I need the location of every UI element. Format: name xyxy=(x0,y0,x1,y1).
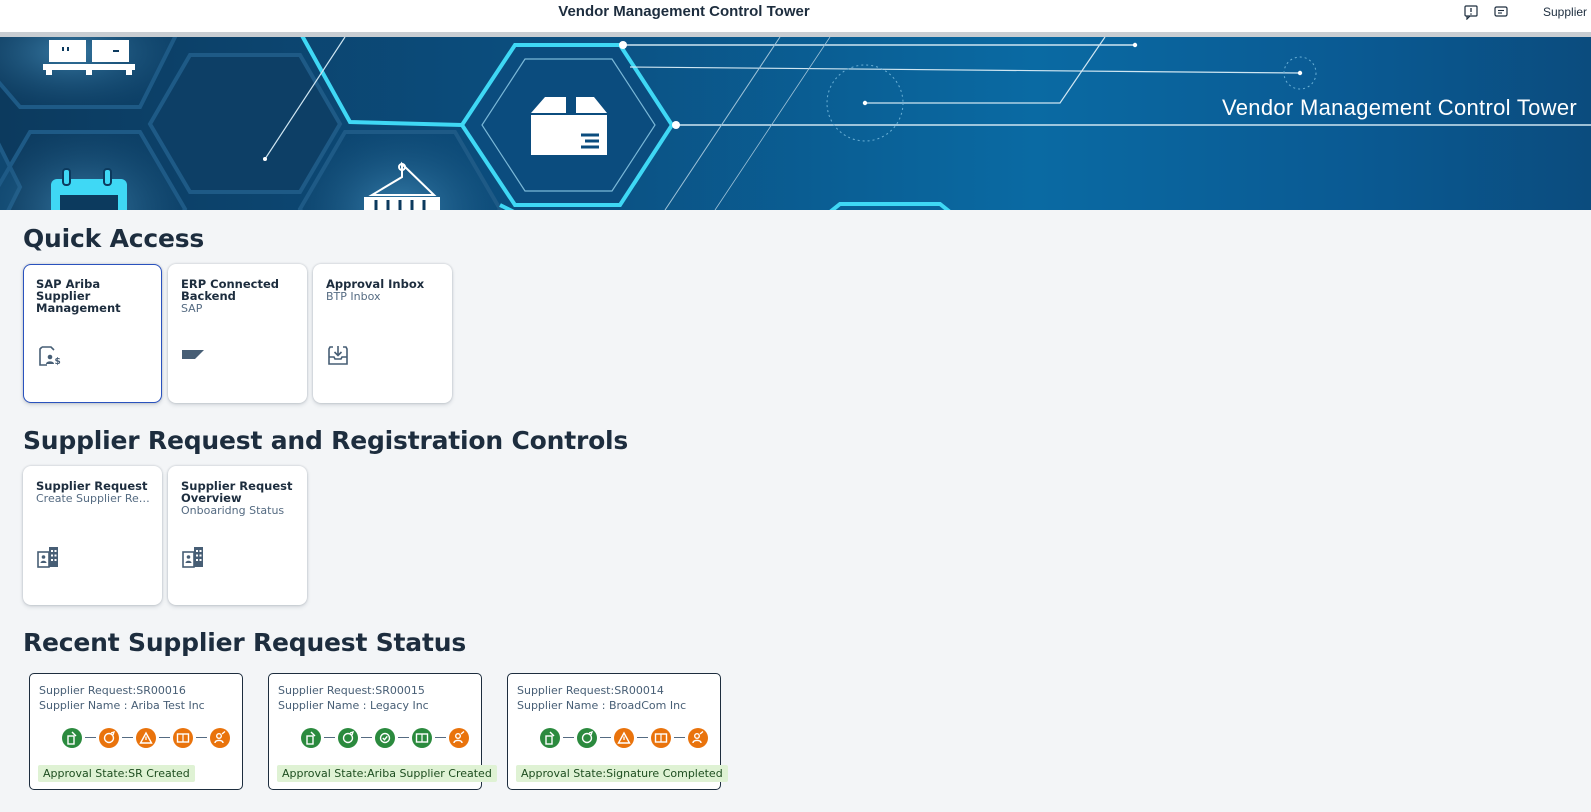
shell-bar: Vendor Management Control Tower Supplier xyxy=(0,0,1591,32)
flow-connector xyxy=(324,737,335,738)
user-check-icon[interactable] xyxy=(449,728,469,748)
supplier-name: Supplier Name : BroadCom Inc xyxy=(517,699,687,712)
supplier-name: Supplier Name : Ariba Test Inc xyxy=(39,699,205,712)
svg-text:$: $ xyxy=(55,357,61,367)
supplier-record-icon[interactable] xyxy=(651,728,671,748)
tile-erp-connected-backend[interactable]: ERP Connected Backend SAP xyxy=(168,264,307,403)
banner-title: Vendor Management Control Tower xyxy=(1222,95,1577,120)
request-id: Supplier Request:SR00016 xyxy=(39,684,186,697)
flow-connector xyxy=(600,737,611,738)
approval-state-badge: Approval State:SR Created xyxy=(38,765,195,782)
request-created-icon[interactable] xyxy=(301,728,321,748)
sap-backend-icon xyxy=(182,350,204,359)
approval-state-badge: Approval State:Ariba Supplier Created xyxy=(277,765,497,782)
request-created-icon[interactable] xyxy=(62,728,82,748)
request-id: Supplier Request:SR00015 xyxy=(278,684,425,697)
feedback-icon[interactable] xyxy=(1463,4,1479,20)
tile-title: ERP Connected Backend xyxy=(181,277,280,303)
section-title-recent-status: Recent Supplier Request Status xyxy=(23,628,466,657)
approval-state-badge: Approval State:Signature Completed xyxy=(516,765,728,782)
supplier-record-icon[interactable] xyxy=(412,728,432,748)
flow-connector xyxy=(674,737,685,738)
tile-title: Supplier Request xyxy=(36,479,148,493)
flow-connector xyxy=(398,737,409,738)
status-card-sr00015[interactable]: Supplier Request:SR00015 Supplier Name :… xyxy=(268,673,497,790)
flow-connector xyxy=(122,737,133,738)
approval-cycle-icon[interactable] xyxy=(99,728,119,748)
flow-connector xyxy=(85,737,96,738)
building-icon xyxy=(37,547,58,568)
tile-subtitle: Create Supplier Req... xyxy=(36,492,150,505)
supplier-name: Supplier Name : Legacy Inc xyxy=(278,699,429,712)
tile-subtitle: SAP xyxy=(181,302,203,315)
tile-title: Approval Inbox xyxy=(326,277,425,291)
user-check-icon[interactable] xyxy=(688,728,708,748)
flow-connector xyxy=(196,737,207,738)
user-check-icon[interactable] xyxy=(210,728,230,748)
status-card-sr00016[interactable]: Supplier Request:SR00016 Supplier Name :… xyxy=(29,673,243,790)
review-icon[interactable] xyxy=(136,728,156,748)
review-icon[interactable] xyxy=(375,728,395,748)
review-icon[interactable] xyxy=(614,728,634,748)
notification-icon[interactable] xyxy=(1493,4,1509,20)
request-created-icon[interactable] xyxy=(540,728,560,748)
tile-approval-inbox[interactable]: Approval Inbox BTP Inbox xyxy=(313,264,452,403)
supplier-management-icon: $ xyxy=(39,346,61,367)
approval-cycle-icon[interactable] xyxy=(338,728,358,748)
approval-cycle-icon[interactable] xyxy=(577,728,597,748)
tile-supplier-request-overview[interactable]: Supplier Request Overview Onboaridng Sta… xyxy=(168,466,307,605)
flow-connector xyxy=(637,737,648,738)
hero-banner: Vendor Management Control Tower xyxy=(0,37,1591,210)
flow-connector xyxy=(159,737,170,738)
tile-subtitle: Onboaridng Status xyxy=(181,504,285,517)
tile-subtitle: BTP Inbox xyxy=(326,290,381,303)
app-title: Vendor Management Control Tower xyxy=(558,3,810,20)
flow-connector xyxy=(563,737,574,738)
section-title-quick-access: Quick Access xyxy=(23,224,205,253)
request-id: Supplier Request:SR00014 xyxy=(517,684,664,697)
building-icon xyxy=(182,547,203,568)
banner-graphic xyxy=(0,37,1591,210)
section-title-controls: Supplier Request and Registration Contro… xyxy=(23,426,629,455)
flow-connector xyxy=(435,737,446,738)
status-card-sr00014[interactable]: Supplier Request:SR00014 Supplier Name :… xyxy=(507,673,728,790)
tile-title: Supplier Request Overview xyxy=(181,479,293,505)
tile-ariba-supplier-management[interactable]: SAP Ariba Supplier Management $ xyxy=(23,264,162,403)
box-icon xyxy=(531,97,607,155)
supplier-record-icon[interactable] xyxy=(173,728,193,748)
tile-supplier-request[interactable]: Supplier Request Create Supplier Req... xyxy=(23,466,162,605)
inbox-download-icon xyxy=(328,346,348,365)
flow-connector xyxy=(361,737,372,738)
user-menu[interactable]: Supplier xyxy=(1543,5,1591,19)
tile-title: SAP Ariba Supplier Management xyxy=(36,277,121,315)
